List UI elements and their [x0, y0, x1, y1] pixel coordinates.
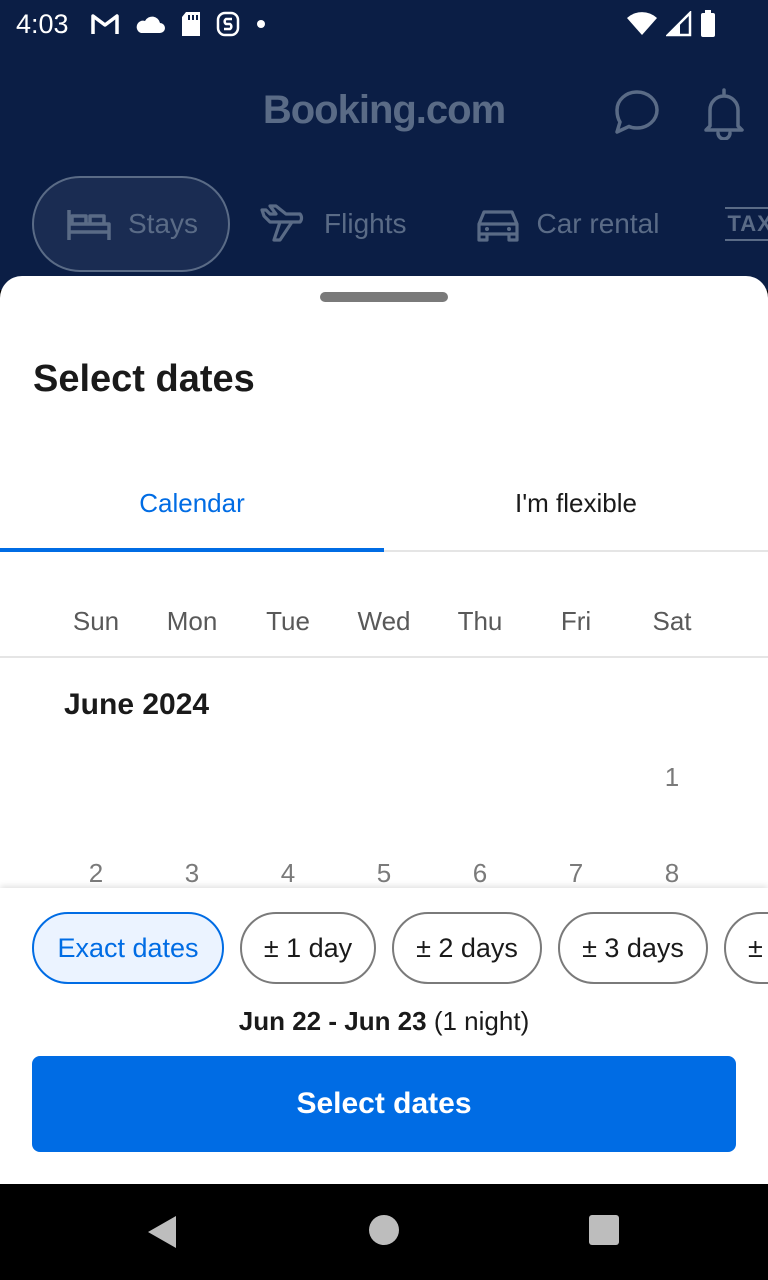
calendar-day[interactable]: 4 [240, 858, 336, 889]
chip-plus-minus-1-day[interactable]: ± 1 day [240, 912, 376, 984]
date-mode-tabs: Calendar I'm flexible [0, 462, 768, 552]
gmail-icon [91, 14, 119, 34]
calendar-week: 1 [48, 762, 720, 793]
product-tabs: Stays Flights Car rental TAXI [32, 176, 768, 272]
date-footer: Exact dates ± 1 day ± 2 days ± 3 days ± … [0, 888, 768, 1184]
day-empty [240, 762, 336, 793]
flexibility-chips: Exact dates ± 1 day ± 2 days ± 3 days ± … [32, 912, 768, 984]
cell-signal-icon [666, 11, 692, 37]
status-time: 4:03 [16, 9, 69, 39]
tab-stays[interactable]: Stays [32, 176, 231, 272]
chip-plus-minus-3-days[interactable]: ± 3 days [558, 912, 708, 984]
plane-icon [260, 204, 304, 242]
calendar-day[interactable]: 6 [432, 858, 528, 889]
app-header: Booking.com Stays Flights Car rental TAX… [0, 50, 768, 290]
chip-exact-dates[interactable]: Exact dates [32, 912, 224, 984]
cloud-icon [136, 16, 165, 33]
selected-range: Jun 22 - Jun 23 [238, 1006, 427, 1036]
back-icon[interactable] [144, 1214, 178, 1250]
chat-icon[interactable] [610, 86, 664, 140]
weekday-label: Sat [652, 606, 692, 636]
weekday-label: Sun [72, 606, 120, 636]
weekday-label: Fri [560, 606, 592, 636]
tab-car-rental-label: Car rental [536, 208, 660, 239]
weekday-label: Mon [166, 606, 218, 636]
day-empty [48, 762, 144, 793]
day-empty [528, 762, 624, 793]
calendar-week: 2 3 4 5 6 7 8 [48, 858, 720, 889]
s-app-icon [216, 11, 240, 37]
status-bar: 4:03 [0, 0, 768, 50]
weekday-header: Sun Mon Tue Wed Thu Fri Sat [0, 552, 768, 658]
recents-icon[interactable] [588, 1214, 620, 1246]
tab-taxi[interactable]: TAXI [723, 176, 768, 272]
sheet-title: Select dates [33, 358, 255, 400]
select-dates-sheet: Select dates Calendar I'm flexible Sun M… [0, 276, 768, 1184]
tab-calendar[interactable]: Calendar [0, 462, 384, 552]
day-empty [144, 762, 240, 793]
tab-flights-label: Flights [324, 208, 407, 239]
calendar-day[interactable]: 5 [336, 858, 432, 889]
nights-count: (1 night) [433, 1006, 530, 1036]
system-nav-bar [0, 1184, 768, 1280]
battery-icon [701, 10, 715, 37]
selected-range-summary: Jun 22 - Jun 23 (1 night) [0, 1006, 768, 1037]
car-icon [476, 210, 519, 242]
calendar-day[interactable]: 2 [48, 858, 144, 889]
day-empty [432, 762, 528, 793]
bell-icon[interactable] [700, 86, 748, 140]
chip-plus-minus-7-days[interactable]: ± 7 days [724, 912, 768, 984]
bed-icon [67, 210, 111, 240]
weekday-label: Thu [457, 606, 503, 636]
taxi-icon: TAXI [725, 207, 768, 241]
sd-card-icon [182, 12, 200, 36]
wifi-icon [627, 12, 657, 35]
tab-im-flexible[interactable]: I'm flexible [384, 462, 768, 550]
home-icon[interactable] [368, 1214, 400, 1246]
day-empty [336, 762, 432, 793]
tab-stays-label: Stays [128, 208, 199, 239]
tab-car-rental[interactable]: Car rental [471, 176, 662, 272]
month-title: June 2024 [64, 688, 210, 721]
weekday-label: Wed [357, 606, 411, 636]
tab-flights[interactable]: Flights [258, 176, 408, 272]
calendar-day[interactable]: 7 [528, 858, 624, 889]
calendar-day[interactable]: 8 [624, 858, 720, 889]
dot-icon [257, 20, 265, 28]
calendar-day[interactable]: 3 [144, 858, 240, 889]
weekday-label: Tue [266, 606, 310, 636]
select-dates-button[interactable]: Select dates [32, 1056, 736, 1152]
calendar-day[interactable]: 1 [624, 762, 720, 793]
sheet-drag-handle[interactable] [320, 292, 448, 302]
chip-plus-minus-2-days[interactable]: ± 2 days [392, 912, 542, 984]
